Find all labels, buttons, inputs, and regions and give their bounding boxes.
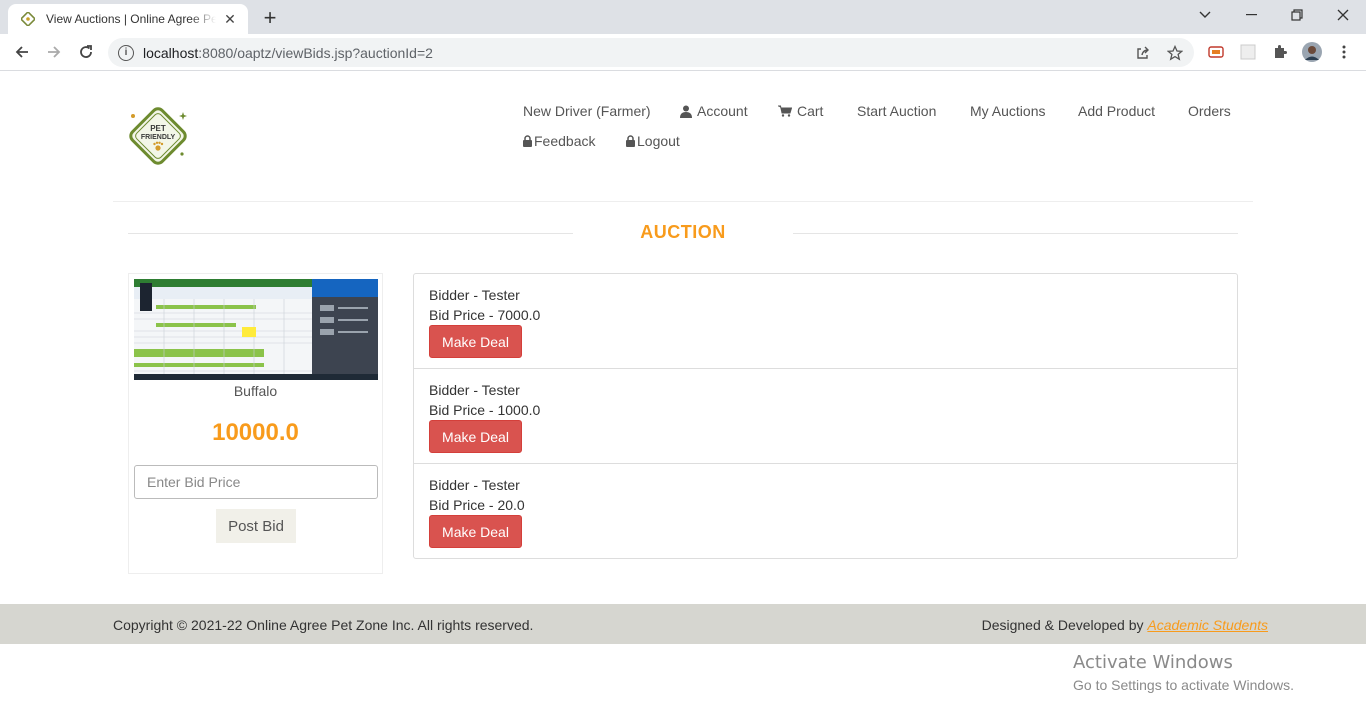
- credit-text: Designed & Developed by Academic Student…: [981, 617, 1268, 633]
- bidder-name: Bidder - Tester: [429, 382, 520, 398]
- heading-line-left: [128, 233, 573, 234]
- favicon-icon: [20, 11, 36, 27]
- bidder-name: Bidder - Tester: [429, 477, 520, 493]
- make-deal-button[interactable]: Make Deal: [429, 515, 522, 548]
- reload-icon[interactable]: [72, 38, 100, 66]
- header-divider: [113, 201, 1253, 202]
- browser-tab[interactable]: View Auctions | Online Agree Pet Zone ✕: [8, 4, 248, 34]
- tab-search-icon[interactable]: [1182, 0, 1228, 30]
- bid-row: Bidder - Tester Bid Price - 7000.0 Make …: [414, 274, 1237, 369]
- nav-orders[interactable]: Orders: [1188, 103, 1231, 119]
- post-bid-button[interactable]: Post Bid: [216, 509, 296, 543]
- footer: Copyright © 2021-22 Online Agree Pet Zon…: [0, 604, 1366, 644]
- cart-icon: [778, 105, 792, 117]
- bidder-name: Bidder - Tester: [429, 287, 520, 303]
- nav-cart[interactable]: Cart: [778, 103, 823, 119]
- pet-friendly-logo[interactable]: PET FRIENDLY: [124, 102, 192, 170]
- bid-price: Bid Price - 1000.0: [429, 402, 541, 418]
- bid-row: Bidder - Tester Bid Price - 1000.0 Make …: [414, 369, 1237, 464]
- address-bar[interactable]: i localhost:8080/oaptz/viewBids.jsp?auct…: [108, 38, 1194, 67]
- puzzle-icon[interactable]: [1270, 42, 1290, 62]
- browser-toolbar: i localhost:8080/oaptz/viewBids.jsp?auct…: [0, 34, 1366, 71]
- close-window-icon[interactable]: [1320, 0, 1366, 30]
- cast-extension-icon[interactable]: [1206, 42, 1226, 62]
- nav-my-auctions[interactable]: My Auctions: [970, 103, 1045, 119]
- url-text: localhost:8080/oaptz/viewBids.jsp?auctio…: [143, 44, 433, 61]
- tab-close-icon[interactable]: ✕: [222, 11, 238, 27]
- bid-price: Bid Price - 7000.0: [429, 307, 541, 323]
- bid-row: Bidder - Tester Bid Price - 20.0 Make De…: [414, 464, 1237, 559]
- watermark-subtitle: Go to Settings to activate Windows.: [1073, 677, 1294, 693]
- svg-text:PET: PET: [150, 124, 166, 133]
- nav-account[interactable]: Account: [680, 103, 748, 119]
- product-image: [134, 279, 378, 380]
- share-icon[interactable]: [1130, 38, 1156, 67]
- copyright-text: Copyright © 2021-22 Online Agree Pet Zon…: [113, 617, 534, 633]
- make-deal-button[interactable]: Make Deal: [429, 325, 522, 358]
- profile-avatar-icon[interactable]: [1302, 42, 1322, 62]
- credit-link[interactable]: Academic Students: [1147, 617, 1268, 633]
- bookmark-star-icon[interactable]: [1162, 38, 1188, 67]
- menu-kebab-icon[interactable]: [1334, 42, 1354, 62]
- lock-icon: [523, 135, 532, 147]
- watermark-title: Activate Windows: [1073, 652, 1233, 673]
- bid-price-input[interactable]: [134, 465, 378, 499]
- minimize-icon[interactable]: [1228, 0, 1274, 30]
- product-price: 10000.0: [212, 419, 299, 446]
- nav-start-auction[interactable]: Start Auction: [857, 103, 936, 119]
- nav-new-driver[interactable]: New Driver (Farmer): [523, 103, 651, 119]
- bids-list: Bidder - Tester Bid Price - 7000.0 Make …: [413, 273, 1238, 559]
- nav-logout[interactable]: Logout: [626, 133, 680, 149]
- product-card: Buffalo 10000.0 Post Bid: [128, 273, 383, 574]
- svg-text:FRIENDLY: FRIENDLY: [141, 134, 176, 141]
- nav-feedback[interactable]: Feedback: [523, 133, 595, 149]
- restore-icon[interactable]: [1274, 0, 1320, 30]
- forward-icon[interactable]: [40, 38, 68, 66]
- make-deal-button[interactable]: Make Deal: [429, 420, 522, 453]
- site-info-icon[interactable]: i: [118, 44, 134, 61]
- heading-line-right: [793, 233, 1238, 234]
- back-icon[interactable]: [8, 38, 36, 66]
- browser-tabstrip: View Auctions | Online Agree Pet Zone ✕ …: [0, 0, 1366, 34]
- bid-price: Bid Price - 20.0: [429, 497, 525, 513]
- lock-icon: [626, 135, 635, 147]
- user-icon: [680, 105, 692, 118]
- page-title: AUCTION: [640, 222, 726, 242]
- extension-icon[interactable]: [1238, 42, 1258, 62]
- tab-title: View Auctions | Online Agree Pet Zone: [46, 12, 216, 26]
- new-tab-icon[interactable]: +: [258, 5, 282, 30]
- nav-add-product[interactable]: Add Product: [1078, 103, 1155, 119]
- activate-windows-watermark: Activate Windows Go to Settings to activ…: [1073, 652, 1294, 693]
- product-name: Buffalo: [233, 383, 278, 399]
